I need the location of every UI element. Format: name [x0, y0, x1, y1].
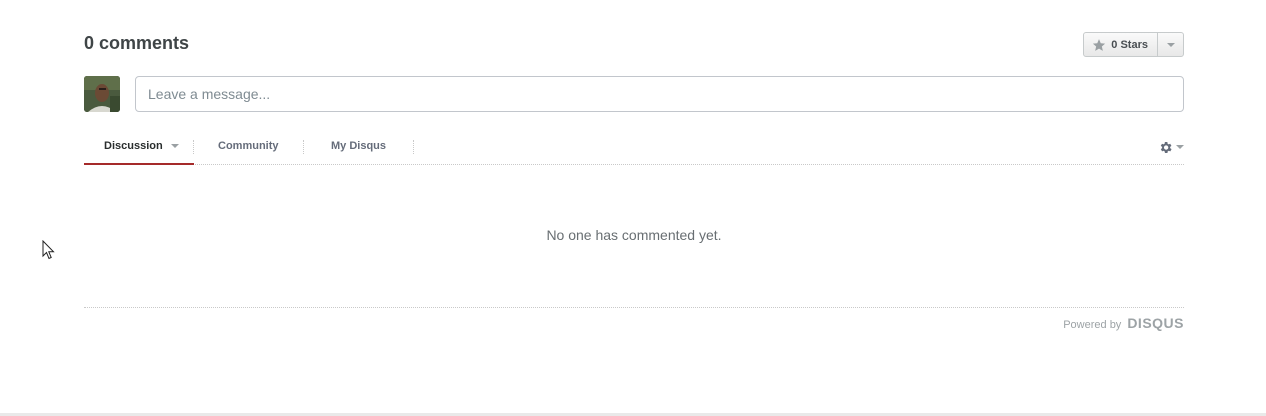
comment-count: 0 comments: [84, 33, 190, 53]
avatar[interactable]: [84, 76, 120, 112]
message-input[interactable]: [135, 76, 1184, 112]
powered-by-label: Powered by: [1063, 319, 1122, 331]
tab-divider: [413, 140, 414, 154]
tab-my-disqus-label: My Disqus: [331, 140, 387, 152]
tab-community[interactable]: Community: [218, 128, 279, 164]
gear-icon: [1160, 141, 1172, 153]
empty-state-message: No one has commented yet.: [546, 227, 722, 243]
footer-divider: [84, 307, 1184, 308]
tab-discussion-label: Discussion: [104, 139, 163, 152]
tab-my-disqus[interactable]: My Disqus: [331, 128, 386, 164]
disqus-logo: DISQUS: [1127, 315, 1184, 331]
tab-discussion[interactable]: Discussion: [84, 128, 194, 165]
star-button[interactable]: 0 Stars: [1084, 33, 1158, 56]
chevron-down-icon: [170, 143, 179, 148]
powered-by-link[interactable]: Powered by DISQUS: [1063, 315, 1184, 331]
tab-divider: [303, 140, 304, 154]
tab-community-label: Community: [218, 140, 279, 152]
settings-menu-button[interactable]: [1158, 138, 1184, 156]
comment-thread: 0 comments 0 Stars Discussion C: [84, 0, 1184, 413]
mouse-cursor-icon: [42, 240, 55, 260]
tab-divider: [193, 140, 194, 154]
avatar-image: [84, 76, 120, 112]
stars-label: 0 Stars: [1111, 38, 1148, 51]
thread-nav: Discussion Community My Disqus: [84, 128, 1184, 165]
stars-control: 0 Stars: [1083, 32, 1184, 57]
chevron-down-icon: [1166, 42, 1175, 47]
star-icon: [1093, 38, 1106, 51]
chevron-down-icon: [1176, 145, 1184, 149]
stars-dropdown-button[interactable]: [1158, 33, 1183, 56]
